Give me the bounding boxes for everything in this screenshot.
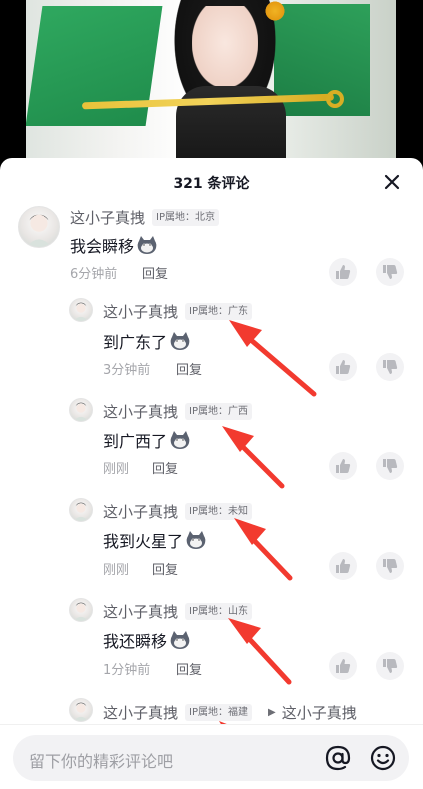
dislike-button[interactable] — [376, 452, 404, 480]
at-mention-icon[interactable] — [323, 743, 353, 773]
video-hair-flower — [264, 0, 286, 22]
reply-item: 这小子真拽 IP属地：广东 到广东了 3分钟前 回复 — [0, 298, 423, 388]
thumbs-up-icon — [336, 659, 351, 673]
reply-button[interactable]: 回复 — [152, 458, 178, 477]
comment-count-title: 321 条评论 — [173, 176, 250, 192]
comment-time: 刚刚 — [103, 563, 130, 578]
comment-text-row: 我还瞬移 — [103, 628, 191, 652]
reply-button[interactable]: 回复 — [176, 659, 202, 678]
cat-emoji-icon — [169, 331, 191, 351]
reply-item: 这小子真拽 IP属地：未知 我到火星了 刚刚 回复 — [0, 498, 423, 588]
thumbs-up-icon — [336, 360, 351, 374]
cat-emoji-icon — [185, 530, 207, 550]
ip-location-badge: IP属地：山东 — [185, 603, 252, 620]
thumbs-up-icon — [336, 559, 351, 573]
ip-location-badge: IP属地：福建 — [185, 704, 252, 721]
ip-location-badge: IP属地：广东 — [185, 303, 252, 320]
dislike-button[interactable] — [376, 353, 404, 381]
avatar[interactable] — [69, 298, 93, 322]
thumbs-down-icon — [383, 459, 398, 473]
dislike-button[interactable] — [376, 552, 404, 580]
avatar[interactable] — [18, 206, 60, 248]
cat-emoji-icon — [169, 630, 191, 650]
comment-item: 这小子真拽 IP属地：北京 我会瞬移 6分钟前 回复 — [0, 206, 423, 296]
reply-button[interactable]: 回复 — [142, 263, 168, 282]
comment-time: 刚刚 — [103, 462, 130, 477]
emoji-icon[interactable] — [368, 743, 398, 773]
comment-time: 1分钟前 — [103, 663, 151, 678]
avatar[interactable] — [69, 398, 93, 422]
comment-sheet: 321 条评论 这小子真拽 IP属地：北京 我会瞬移 6分钟前 回复 这小子真拽… — [0, 158, 423, 789]
comment-text: 到广西了 — [103, 432, 168, 451]
thumbs-down-icon — [383, 360, 398, 374]
comment-input[interactable]: 留下你的精彩评论吧 — [13, 735, 409, 781]
comment-username[interactable]: 这小子真拽 — [103, 702, 178, 723]
ip-location-badge: IP属地：北京 — [152, 209, 219, 226]
avatar[interactable] — [69, 698, 93, 722]
thumbs-up-icon — [336, 265, 351, 279]
comment-time: 6分钟前 — [70, 267, 118, 282]
thumbs-down-icon — [383, 265, 398, 279]
ip-location-badge: IP属地：未知 — [185, 503, 252, 520]
comment-username[interactable]: 这小子真拽 — [103, 601, 178, 622]
comment-text: 我到火星了 — [103, 532, 184, 551]
reply-to-target[interactable]: ▶ 这小子真拽 — [268, 702, 357, 723]
cat-emoji-icon — [169, 430, 191, 450]
close-icon[interactable] — [380, 170, 404, 194]
comment-text-row: 我会瞬移 — [70, 233, 158, 257]
thumbs-down-icon — [383, 559, 398, 573]
dislike-button[interactable] — [376, 652, 404, 680]
video-person-face — [192, 6, 258, 88]
comment-input-placeholder: 留下你的精彩评论吧 — [29, 752, 174, 771]
thumbs-down-icon — [383, 659, 398, 673]
avatar[interactable] — [69, 498, 93, 522]
like-button[interactable] — [329, 258, 357, 286]
comment-text: 我会瞬移 — [70, 237, 135, 256]
reply-item: 这小子真拽 IP属地：山东 我还瞬移 1分钟前 回复 — [0, 598, 423, 688]
like-button[interactable] — [329, 452, 357, 480]
comment-text-row: 到广西了 — [103, 428, 191, 452]
avatar[interactable] — [69, 598, 93, 622]
video-frame — [26, 0, 396, 160]
reply-button[interactable]: 回复 — [152, 559, 178, 578]
comment-sheet-header: 321 条评论 — [0, 158, 423, 206]
comment-text: 到广东了 — [103, 333, 168, 352]
caret-right-icon: ▶ — [268, 707, 276, 718]
ip-location-badge: IP属地：广西 — [185, 403, 252, 420]
video-player[interactable] — [0, 0, 423, 160]
reply-to-username: 这小子真拽 — [281, 704, 357, 722]
comment-text-row: 到广东了 — [103, 329, 191, 353]
video-golden-staff-ring — [326, 90, 344, 108]
comment-text: 我还瞬移 — [103, 632, 168, 651]
cat-emoji-icon — [136, 235, 158, 255]
dislike-button[interactable] — [376, 258, 404, 286]
thumbs-up-icon — [336, 459, 351, 473]
comment-input-bar: 留下你的精彩评论吧 — [0, 724, 423, 789]
comment-text-row: 我到火星了 — [103, 528, 207, 552]
comment-username[interactable]: 这小子真拽 — [103, 401, 178, 422]
like-button[interactable] — [329, 353, 357, 381]
comment-username[interactable]: 这小子真拽 — [103, 501, 178, 522]
like-button[interactable] — [329, 552, 357, 580]
comment-username[interactable]: 这小子真拽 — [103, 301, 178, 322]
like-button[interactable] — [329, 652, 357, 680]
comment-time: 3分钟前 — [103, 363, 151, 378]
comment-username[interactable]: 这小子真拽 — [70, 207, 145, 228]
reply-item: 这小子真拽 IP属地：广西 到广西了 刚刚 回复 — [0, 398, 423, 488]
reply-button[interactable]: 回复 — [176, 359, 202, 378]
